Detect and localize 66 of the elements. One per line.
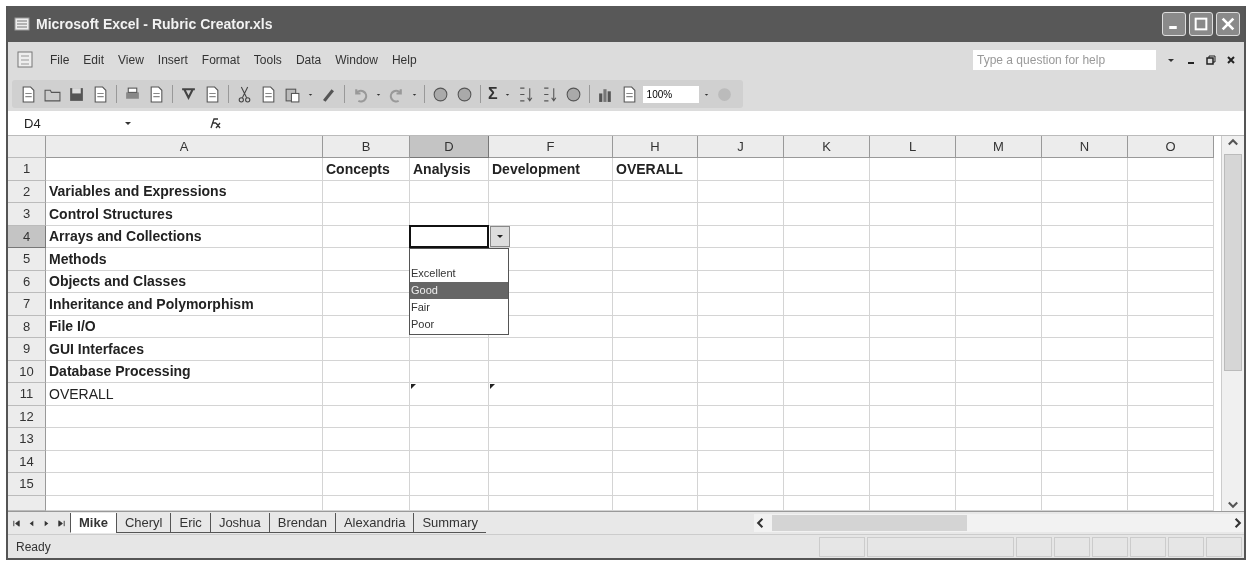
table-cell[interactable]: File I/O xyxy=(46,315,323,338)
row-header[interactable]: 3 xyxy=(8,203,46,226)
status-text: Ready xyxy=(16,539,51,554)
menu-item[interactable]: Data xyxy=(295,52,322,67)
table-cell[interactable]: Arrays and Collections xyxy=(46,225,323,248)
menu-item[interactable]: File xyxy=(50,52,70,67)
table-cell[interactable]: Concepts xyxy=(323,158,410,181)
column-header[interactable]: D xyxy=(410,136,489,158)
row-header[interactable]: 7 xyxy=(8,293,46,316)
column-header[interactable]: O xyxy=(1128,136,1214,158)
autosum-button[interactable]: Σ xyxy=(488,85,498,103)
list-option[interactable]: Fair xyxy=(410,298,508,316)
menu-item[interactable]: Tools xyxy=(253,52,282,67)
row-header[interactable]: 1 xyxy=(8,158,46,181)
menu-item[interactable]: Format xyxy=(201,52,240,67)
column-header[interactable]: M xyxy=(956,136,1042,158)
sheet-tab[interactable]: Alexandria xyxy=(334,513,414,533)
sheet-tab[interactable]: Brendan xyxy=(268,513,335,533)
help-search-field[interactable]: Type a question for help xyxy=(973,49,1156,70)
column-header[interactable]: H xyxy=(613,136,698,158)
list-option[interactable]: Poor xyxy=(410,315,508,333)
sheet-tab[interactable]: Summary xyxy=(413,513,486,533)
table-cell[interactable]: Inheritance and Polymorphism xyxy=(46,293,323,316)
row-header[interactable]: 13 xyxy=(8,428,46,451)
list-option[interactable]: Excellent xyxy=(410,264,508,282)
column-header[interactable]: N xyxy=(1042,136,1128,158)
menu-item[interactable]: Insert xyxy=(157,52,188,67)
column-header[interactable]: B xyxy=(323,136,410,158)
row-header[interactable]: 4 xyxy=(8,225,46,248)
sheet-tab[interactable]: Joshua xyxy=(209,513,269,533)
row-header[interactable]: 5 xyxy=(8,248,46,271)
row-header[interactable]: 10 xyxy=(8,360,46,383)
table-cell[interactable]: Methods xyxy=(46,248,323,271)
row-header[interactable]: 15 xyxy=(8,473,46,496)
name-box[interactable]: D4 xyxy=(8,115,108,131)
list-option[interactable]: Good xyxy=(410,281,508,299)
table-cell[interactable]: Control Structures xyxy=(46,203,323,226)
sheet-tab[interactable]: Cheryl xyxy=(115,513,171,533)
row-header[interactable]: 14 xyxy=(8,450,46,473)
row-header[interactable]: 6 xyxy=(8,270,46,293)
row-header[interactable]: 11 xyxy=(8,383,46,406)
zoom-field[interactable]: 100% xyxy=(642,85,699,103)
table-cell[interactable]: OVERALL xyxy=(46,383,323,406)
menu-item[interactable]: Window xyxy=(335,52,378,67)
table-cell[interactable]: Objects and Classes xyxy=(46,270,323,293)
menu-item[interactable]: Edit xyxy=(83,52,105,67)
column-header[interactable]: L xyxy=(870,136,956,158)
column-header[interactable]: F xyxy=(489,136,613,158)
row-header[interactable]: 9 xyxy=(8,338,46,361)
window-title: Microsoft Excel - Rubric Creator.xls xyxy=(36,16,273,32)
sheet-tab[interactable]: Mike xyxy=(70,513,116,533)
column-header[interactable]: K xyxy=(784,136,870,158)
table-cell[interactable]: Development xyxy=(489,158,613,181)
table-cell[interactable]: OVERALL xyxy=(613,158,698,181)
table-cell[interactable]: Analysis xyxy=(410,158,489,181)
column-header[interactable]: J xyxy=(698,136,784,158)
table-cell[interactable]: Variables and Expressions xyxy=(46,180,323,203)
column-header[interactable]: A xyxy=(46,136,323,158)
menu-item[interactable]: Help xyxy=(391,52,417,67)
menu-item[interactable]: View xyxy=(118,52,144,67)
row-header[interactable]: 8 xyxy=(8,315,46,338)
table-cell[interactable]: Database Processing xyxy=(46,360,323,383)
table-cell[interactable]: GUI Interfaces xyxy=(46,338,323,361)
row-header[interactable]: 2 xyxy=(8,180,46,203)
sheet-tab[interactable]: Eric xyxy=(170,513,210,533)
row-header[interactable]: 12 xyxy=(8,405,46,428)
